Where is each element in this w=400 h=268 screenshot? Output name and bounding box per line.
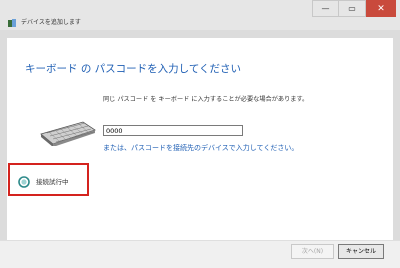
minimize-button[interactable]: —: [312, 0, 339, 17]
next-label: 次へ(N): [301, 247, 324, 255]
window-title: デバイスを追加します: [21, 19, 81, 26]
bluetooth-device-icon: [8, 19, 16, 27]
enter-on-device-link[interactable]: または、パスコードを接続先のデバイスで入力してください。: [103, 144, 298, 153]
close-button[interactable]: ✕: [366, 0, 396, 17]
cancel-label: キャンセル: [345, 247, 376, 255]
status-text: 接続試行中: [36, 178, 69, 186]
next-button[interactable]: 次へ(N): [291, 244, 334, 259]
maximize-button[interactable]: ▭: [339, 0, 366, 17]
dialog-window: デバイスを追加します — ▭ ✕ キーボード の パスコードを入力してください …: [0, 0, 400, 268]
passcode-input[interactable]: [103, 125, 243, 136]
page-heading: キーボード の パスコードを入力してください: [25, 63, 242, 75]
keyboard-icon: [40, 121, 96, 146]
info-text: 同じ パスコード を キーボード に入力することが必要な場合があります。: [103, 96, 309, 103]
close-icon: ✕: [377, 3, 385, 14]
maximize-icon: ▭: [348, 3, 356, 13]
connecting-spinner-icon: [18, 176, 30, 188]
content-panel: キーボード の パスコードを入力してください 同じ パスコード を キーボード …: [7, 38, 393, 240]
minimize-icon: —: [321, 3, 330, 13]
cancel-button[interactable]: キャンセル: [338, 244, 384, 259]
